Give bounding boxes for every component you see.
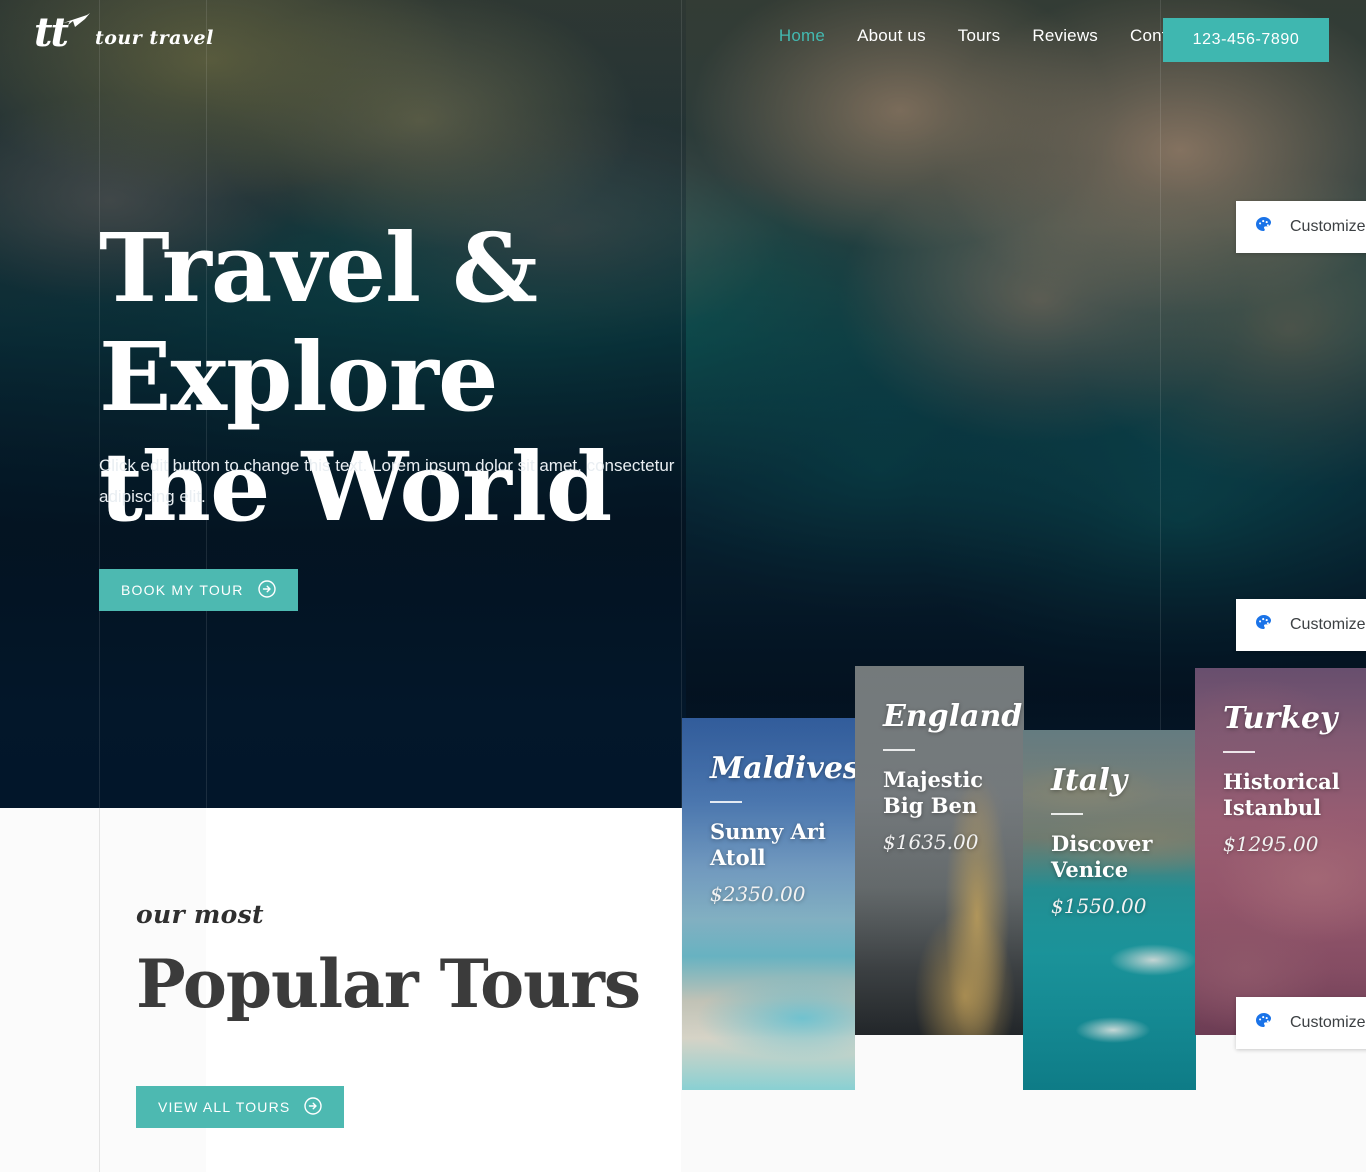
divider <box>883 749 915 751</box>
hero-section: tt tour travel Home About us Tours Review… <box>0 0 1366 808</box>
palette-icon <box>1254 613 1274 638</box>
customize-label: Customize <box>1290 218 1366 235</box>
customize-button[interactable]: Customize <box>1236 599 1366 651</box>
tour-card-england[interactable]: England Majestic Big Ben $1635.00 <box>855 666 1024 1035</box>
tour-country: England <box>883 699 1023 734</box>
tour-price: $1295.00 <box>1223 832 1319 857</box>
customize-button[interactable]: Customize <box>1236 997 1366 1049</box>
hero-title-line-1: Travel & Explore <box>99 213 538 434</box>
section-title: Popular Tours <box>136 945 641 1023</box>
section-eyebrow: our most <box>136 900 264 929</box>
airplane-icon <box>61 12 91 33</box>
view-all-tours-button[interactable]: VIEW ALL TOURS <box>136 1086 345 1128</box>
phone-button[interactable]: 123-456-7890 <box>1163 18 1329 62</box>
tour-name: Sunny Ari Atoll <box>710 819 826 870</box>
arrow-circle-right-icon <box>257 579 276 601</box>
tour-card-italy[interactable]: Italy Discover Venice $1550.00 <box>1023 730 1196 1090</box>
layout-guide-line <box>1160 0 1161 808</box>
book-my-tour-label: BOOK MY TOUR <box>121 582 244 598</box>
nav-item-home[interactable]: Home <box>779 26 825 46</box>
tour-card-maldives[interactable]: Maldives Sunny Ari Atoll $2350.00 <box>682 718 855 1090</box>
site-header: tt tour travel Home About us Tours Review… <box>0 0 1366 72</box>
tour-name: Majestic Big Ben <box>883 767 984 818</box>
book-my-tour-button[interactable]: BOOK MY TOUR <box>99 569 298 611</box>
customize-button[interactable]: Customize <box>1236 201 1366 253</box>
tour-price: $1550.00 <box>1051 894 1147 919</box>
view-all-tours-label: VIEW ALL TOURS <box>158 1099 291 1115</box>
hero-subtitle: Click edit button to change this text. L… <box>99 456 675 507</box>
nav-item-about-us[interactable]: About us <box>857 26 926 46</box>
nav-item-reviews[interactable]: Reviews <box>1032 26 1098 46</box>
tour-country: Maldives <box>710 751 855 786</box>
customize-label: Customize <box>1290 1014 1366 1031</box>
tour-card-turkey[interactable]: Turkey Historical Istanbul $1295.00 <box>1195 668 1366 1035</box>
tour-name: Discover Venice <box>1051 831 1153 882</box>
palette-icon <box>1254 1011 1274 1036</box>
main-navigation: Home About us Tours Reviews Contact <box>779 0 1190 72</box>
tour-country: Turkey <box>1223 701 1338 736</box>
divider <box>1051 813 1083 815</box>
logo-wordmark: tour travel <box>94 27 214 49</box>
tour-country: Italy <box>1051 763 1128 798</box>
customize-label: Customize <box>1290 616 1366 633</box>
divider <box>710 801 742 803</box>
palette-icon <box>1254 215 1274 240</box>
divider <box>1223 751 1255 753</box>
tour-price: $1635.00 <box>883 830 979 855</box>
site-logo[interactable]: tt tour travel <box>34 12 214 53</box>
arrow-circle-right-icon <box>304 1096 323 1118</box>
tour-name: Historical Istanbul <box>1223 769 1340 820</box>
page-root: tt tour travel Home About us Tours Review… <box>0 0 1366 1172</box>
tour-price: $2350.00 <box>710 882 806 907</box>
layout-guide-line <box>99 808 100 1172</box>
nav-item-tours[interactable]: Tours <box>958 26 1001 46</box>
